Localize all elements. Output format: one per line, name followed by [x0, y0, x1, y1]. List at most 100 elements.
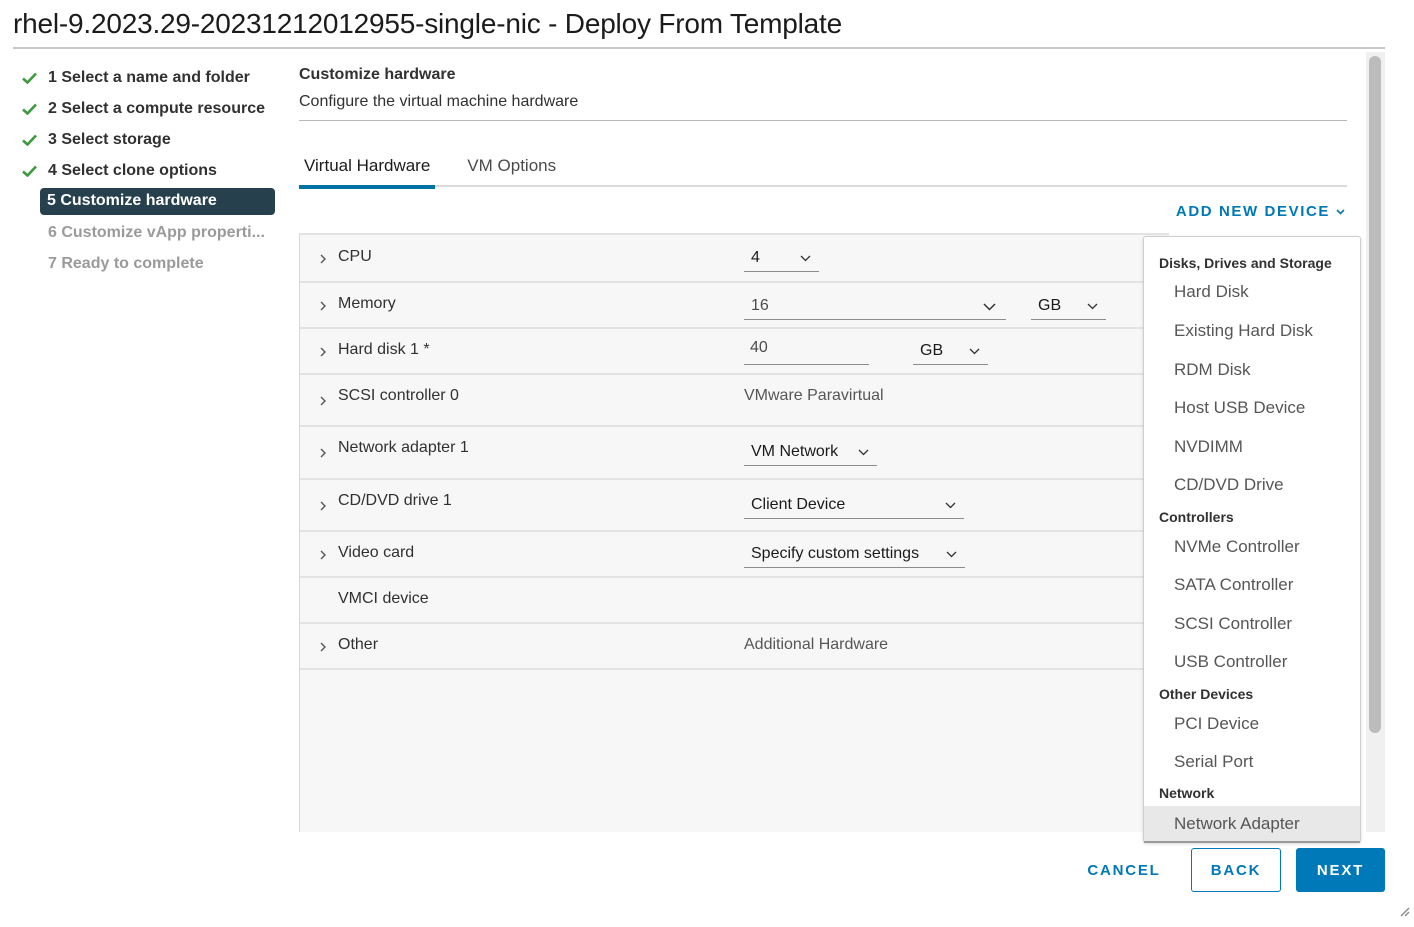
- hard-disk-unit-select[interactable]: GB: [913, 338, 988, 365]
- chevron-down-icon: [800, 255, 811, 262]
- scsi-type-value: VMware Paravirtual: [744, 387, 884, 404]
- hardware-label: Memory: [338, 295, 396, 312]
- add-new-device-label: ADD NEW DEVICE: [1175, 203, 1330, 220]
- step-customize-hardware[interactable]: 5 Customize hardware: [40, 186, 280, 217]
- hardware-label: Other: [338, 636, 379, 653]
- menu-item-scsi-controller[interactable]: SCSI Controller: [1144, 614, 1360, 644]
- wizard-steps: 1 Select a name and folder 2 Select a co…: [18, 62, 280, 279]
- cd-dvd-media-select[interactable]: Client Device: [744, 492, 964, 519]
- section-title: Customize hardware: [299, 66, 456, 83]
- hardware-row-cd-dvd-drive: CD/DVD drive 1 Client Device: [300, 480, 1169, 532]
- hardware-row-other: Other Additional Hardware: [300, 624, 1169, 670]
- chevron-down-icon: [858, 449, 869, 456]
- tab-vm-options[interactable]: VM Options: [462, 151, 561, 187]
- step-label: 1 Select a name and folder: [48, 68, 250, 86]
- chevron-right-icon[interactable]: [318, 300, 328, 312]
- hardware-label: CPU: [338, 248, 372, 265]
- step-customize-vapp-properties: 6 Customize vApp properti...: [18, 217, 280, 248]
- chevron-right-icon[interactable]: [318, 447, 328, 459]
- chevron-down-icon: [946, 551, 957, 558]
- chevron-down-icon: [1336, 208, 1345, 215]
- section-subtitle: Configure the virtual machine hardware: [299, 93, 579, 110]
- tab-virtual-hardware[interactable]: Virtual Hardware: [299, 151, 436, 189]
- hardware-row-hard-disk: Hard disk 1 * 40 GB: [300, 329, 1169, 375]
- memory-size-combo[interactable]: 16: [744, 292, 1006, 320]
- add-new-device-button[interactable]: ADD NEW DEVICE: [1176, 203, 1345, 220]
- main-content: Customize hardware Configure the virtual…: [299, 60, 1347, 220]
- menu-item-pci-device[interactable]: PCI Device: [1144, 714, 1360, 744]
- hardware-label: Hard disk 1 *: [338, 341, 430, 358]
- chevron-right-icon[interactable]: [318, 395, 328, 407]
- scrollbar-thumb[interactable]: [1369, 56, 1381, 733]
- network-value: VM Network: [751, 443, 839, 460]
- menu-group-header: Controllers: [1159, 509, 1234, 525]
- menu-group-header: Other Devices: [1159, 686, 1254, 702]
- section-divider: [299, 120, 1347, 121]
- chevron-down-icon: [969, 348, 980, 355]
- menu-group-header: Disks, Drives and Storage: [1159, 255, 1332, 271]
- chevron-right-icon[interactable]: [318, 641, 328, 653]
- step-label: 5 Customize hardware: [40, 188, 275, 215]
- cd-dvd-media-value: Client Device: [751, 496, 846, 513]
- hardware-row-video-card: Video card Specify custom settings: [300, 532, 1169, 578]
- chevron-right-icon[interactable]: [318, 549, 328, 561]
- step-select-name-folder[interactable]: 1 Select a name and folder: [18, 62, 280, 93]
- next-button[interactable]: NEXT: [1296, 848, 1385, 892]
- menu-group-header: Network: [1159, 785, 1215, 801]
- step-label: 6 Customize vApp properti...: [48, 223, 265, 241]
- network-select[interactable]: VM Network: [744, 439, 877, 466]
- memory-unit-value: GB: [1038, 296, 1062, 314]
- back-button[interactable]: BACK: [1191, 848, 1281, 892]
- step-label: 4 Select clone options: [48, 161, 217, 179]
- tab-bar: Virtual Hardware VM Options: [299, 151, 1347, 189]
- video-card-select[interactable]: Specify custom settings: [744, 541, 965, 568]
- menu-item-existing-hard-disk[interactable]: Existing Hard Disk: [1144, 321, 1360, 351]
- chevron-down-icon: [945, 502, 956, 509]
- check-icon: [22, 93, 44, 124]
- hardware-label: CD/DVD drive 1: [338, 492, 452, 509]
- menu-item-nvme-controller[interactable]: NVMe Controller: [1144, 537, 1360, 567]
- chevron-right-icon[interactable]: [318, 500, 328, 512]
- resize-handle-icon[interactable]: [1398, 905, 1410, 917]
- hardware-row-vmci-device: VMCI device: [300, 578, 1169, 624]
- hardware-label: Network adapter 1: [338, 439, 469, 456]
- hard-disk-unit-value: GB: [920, 342, 944, 359]
- hardware-label: VMCI device: [338, 590, 429, 607]
- add-device-menu: Disks, Drives and Storage Hard Disk Exis…: [1143, 236, 1361, 843]
- chevron-down-icon: [1087, 303, 1098, 310]
- hardware-row-network-adapter: Network adapter 1 VM Network: [300, 427, 1169, 480]
- video-card-value: Specify custom settings: [751, 545, 920, 562]
- menu-item-cd-dvd-drive[interactable]: CD/DVD Drive: [1144, 475, 1360, 505]
- other-value: Additional Hardware: [744, 636, 889, 653]
- cancel-button[interactable]: CANCEL: [1080, 848, 1168, 892]
- chevron-right-icon[interactable]: [318, 346, 328, 358]
- menu-item-rdm-disk[interactable]: RDM Disk: [1144, 360, 1360, 390]
- chevron-right-icon[interactable]: [318, 253, 328, 265]
- step-select-clone-options[interactable]: 4 Select clone options: [18, 155, 280, 186]
- cpu-count-value: 4: [751, 249, 760, 266]
- dialog-title: rhel-9.2023.29-20231212012955-single-nic…: [13, 8, 842, 39]
- hard-disk-size-input[interactable]: 40: [744, 338, 869, 365]
- menu-item-nvdimm[interactable]: NVDIMM: [1144, 437, 1360, 467]
- hardware-row-cpu: CPU 4: [300, 235, 1169, 283]
- step-label: 7 Ready to complete: [48, 254, 204, 272]
- chevron-down-icon: [983, 303, 996, 311]
- menu-item-sata-controller[interactable]: SATA Controller: [1144, 575, 1360, 605]
- step-label: 2 Select a compute resource: [48, 99, 265, 117]
- cpu-count-select[interactable]: 4: [744, 245, 819, 272]
- hardware-row-memory: Memory 16 GB: [300, 283, 1169, 329]
- step-select-storage[interactable]: 3 Select storage: [18, 124, 280, 155]
- menu-item-host-usb-device[interactable]: Host USB Device: [1144, 398, 1360, 428]
- hardware-list: CPU 4 Memory 16 GB Hard disk 1 * 40 GB S…: [299, 233, 1169, 832]
- menu-item-serial-port[interactable]: Serial Port: [1144, 752, 1360, 782]
- title-divider: [13, 47, 1385, 49]
- menu-item-usb-controller[interactable]: USB Controller: [1144, 652, 1360, 682]
- hardware-label: SCSI controller 0: [338, 387, 459, 404]
- menu-item-network-adapter[interactable]: Network Adapter: [1144, 806, 1360, 843]
- memory-unit-select[interactable]: GB: [1031, 292, 1106, 320]
- hardware-row-scsi-controller: SCSI controller 0 VMware Paravirtual: [300, 375, 1169, 427]
- check-icon: [22, 155, 44, 186]
- menu-item-hard-disk[interactable]: Hard Disk: [1144, 282, 1360, 312]
- step-ready-to-complete: 7 Ready to complete: [18, 248, 280, 279]
- step-select-compute-resource[interactable]: 2 Select a compute resource: [18, 93, 280, 124]
